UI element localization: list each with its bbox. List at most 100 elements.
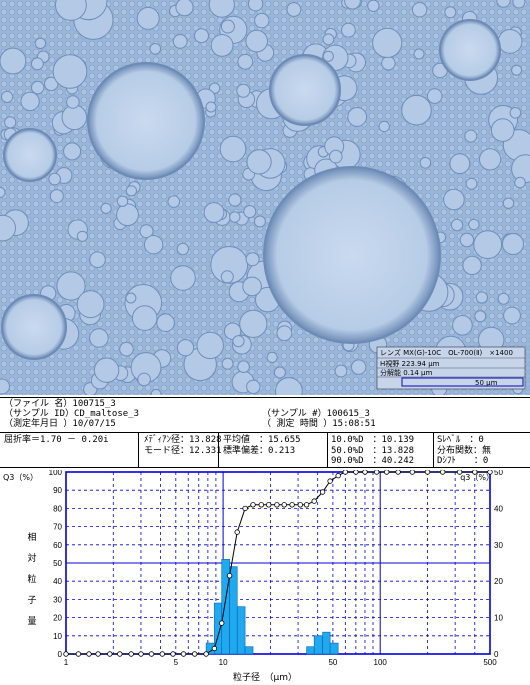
small-particle: [334, 364, 348, 378]
small-particle: [502, 197, 515, 209]
small-particle: [367, 0, 380, 12]
small-particle: [172, 34, 188, 49]
small-particle: [443, 188, 465, 211]
small-particle: [116, 203, 139, 227]
small-particle: [474, 310, 487, 323]
small-particle: [514, 176, 526, 189]
small-particle: [239, 309, 268, 338]
small-particle: [243, 205, 257, 219]
x-tick-label: 1: [64, 658, 69, 667]
cumulative-point: [424, 470, 431, 475]
small-particle: [175, 0, 194, 17]
small-particle: [502, 233, 524, 255]
small-particle: [61, 104, 88, 131]
sample-number-label: （サンプル #）: [262, 409, 327, 419]
median-value: 13.828: [189, 435, 222, 445]
histogram-bar: [229, 566, 238, 655]
small-particle: [401, 94, 432, 126]
y-axis-label-char: 量: [27, 616, 36, 627]
small-particle: [468, 218, 480, 231]
file-name-label: （ファイル 名）: [4, 399, 73, 409]
large-particle: [87, 62, 205, 180]
small-particle: [246, 149, 272, 175]
cumulative-point: [311, 498, 317, 504]
small-particle: [0, 186, 6, 198]
small-particle: [176, 339, 195, 357]
cumulative-point: [374, 470, 380, 475]
cumulative-point: [335, 472, 341, 479]
cumulative-point: [203, 651, 209, 657]
median-label: ﾒﾃﾞｨｱﾝ径：: [144, 435, 190, 445]
small-particle: [116, 195, 129, 207]
small-particle: [452, 315, 473, 336]
right-axis-title: q3（%）: [460, 473, 494, 482]
small-particle: [273, 366, 286, 379]
chart-bars: [205, 559, 339, 655]
small-particle: [378, 120, 390, 133]
cumulative-point: [234, 529, 240, 535]
cumulative-point: [86, 651, 92, 657]
small-particle: [76, 230, 89, 242]
cumulative-point: [303, 502, 310, 508]
small-particle: [247, 0, 264, 12]
right-tick-label: 40: [494, 504, 503, 513]
large-particle: [1, 294, 67, 360]
fov-label: H視野: [380, 360, 400, 368]
small-particle: [245, 252, 260, 267]
d10-value: 10.139: [381, 435, 415, 445]
small-particle: [411, 2, 428, 18]
cumulative-point: [258, 502, 264, 508]
small-particle: [341, 22, 356, 38]
small-particle: [205, 101, 217, 113]
d-shift-label: Dｼﾌﾄ ：: [437, 456, 483, 466]
small-particle: [347, 107, 368, 127]
histogram-bar: [322, 631, 331, 655]
large-particle: [439, 19, 501, 81]
small-particle: [490, 118, 515, 142]
resolution-value: 0.14 μm: [403, 369, 433, 377]
small-particle: [176, 242, 190, 256]
small-particle: [444, 6, 457, 19]
small-particle: [497, 29, 523, 54]
cumulative-point: [327, 478, 333, 484]
left-tick-label: 10: [53, 632, 62, 641]
left-tick-label: 80: [53, 504, 62, 513]
cumulative-point: [159, 651, 165, 657]
small-particle: [509, 107, 522, 119]
small-particle: [464, 129, 478, 143]
right-tick-label: 30: [494, 541, 503, 550]
histogram-bar: [306, 646, 315, 655]
small-particle: [63, 142, 82, 161]
chart-grid: [65, 471, 491, 655]
small-particle: [253, 215, 266, 228]
large-particle: [269, 54, 341, 126]
cumulative-point: [297, 502, 303, 508]
small-particle: [232, 335, 245, 348]
small-particle: [31, 57, 44, 71]
cumulative-point: [211, 645, 218, 652]
small-particle: [479, 148, 502, 171]
cumulative-point: [191, 651, 198, 657]
small-particle: [220, 270, 234, 284]
cumulative-point: [395, 470, 401, 475]
small-particle: [143, 235, 164, 255]
small-particle: [512, 0, 526, 9]
cumulative-point: [242, 505, 248, 512]
small-particle: [89, 328, 109, 348]
file-name-value: 100715_3: [72, 399, 116, 409]
cumulative-point: [117, 651, 123, 657]
small-particle: [167, 195, 181, 208]
left-tick-label: 100: [49, 470, 63, 477]
small-particle: [329, 149, 343, 164]
histogram-bar: [329, 642, 339, 655]
small-particle: [196, 331, 224, 360]
d50-label: 50.0%D ：: [331, 446, 382, 456]
histogram-bar: [244, 646, 254, 655]
lens-label: レンズ: [380, 349, 401, 357]
cumulative-point: [107, 651, 113, 657]
small-particle: [459, 232, 475, 248]
d50-value: 13.828: [381, 446, 415, 456]
left-tick-label: 20: [53, 614, 62, 623]
small-particle: [52, 54, 88, 89]
sample-id-value: CD_maltose_3: [74, 409, 140, 419]
